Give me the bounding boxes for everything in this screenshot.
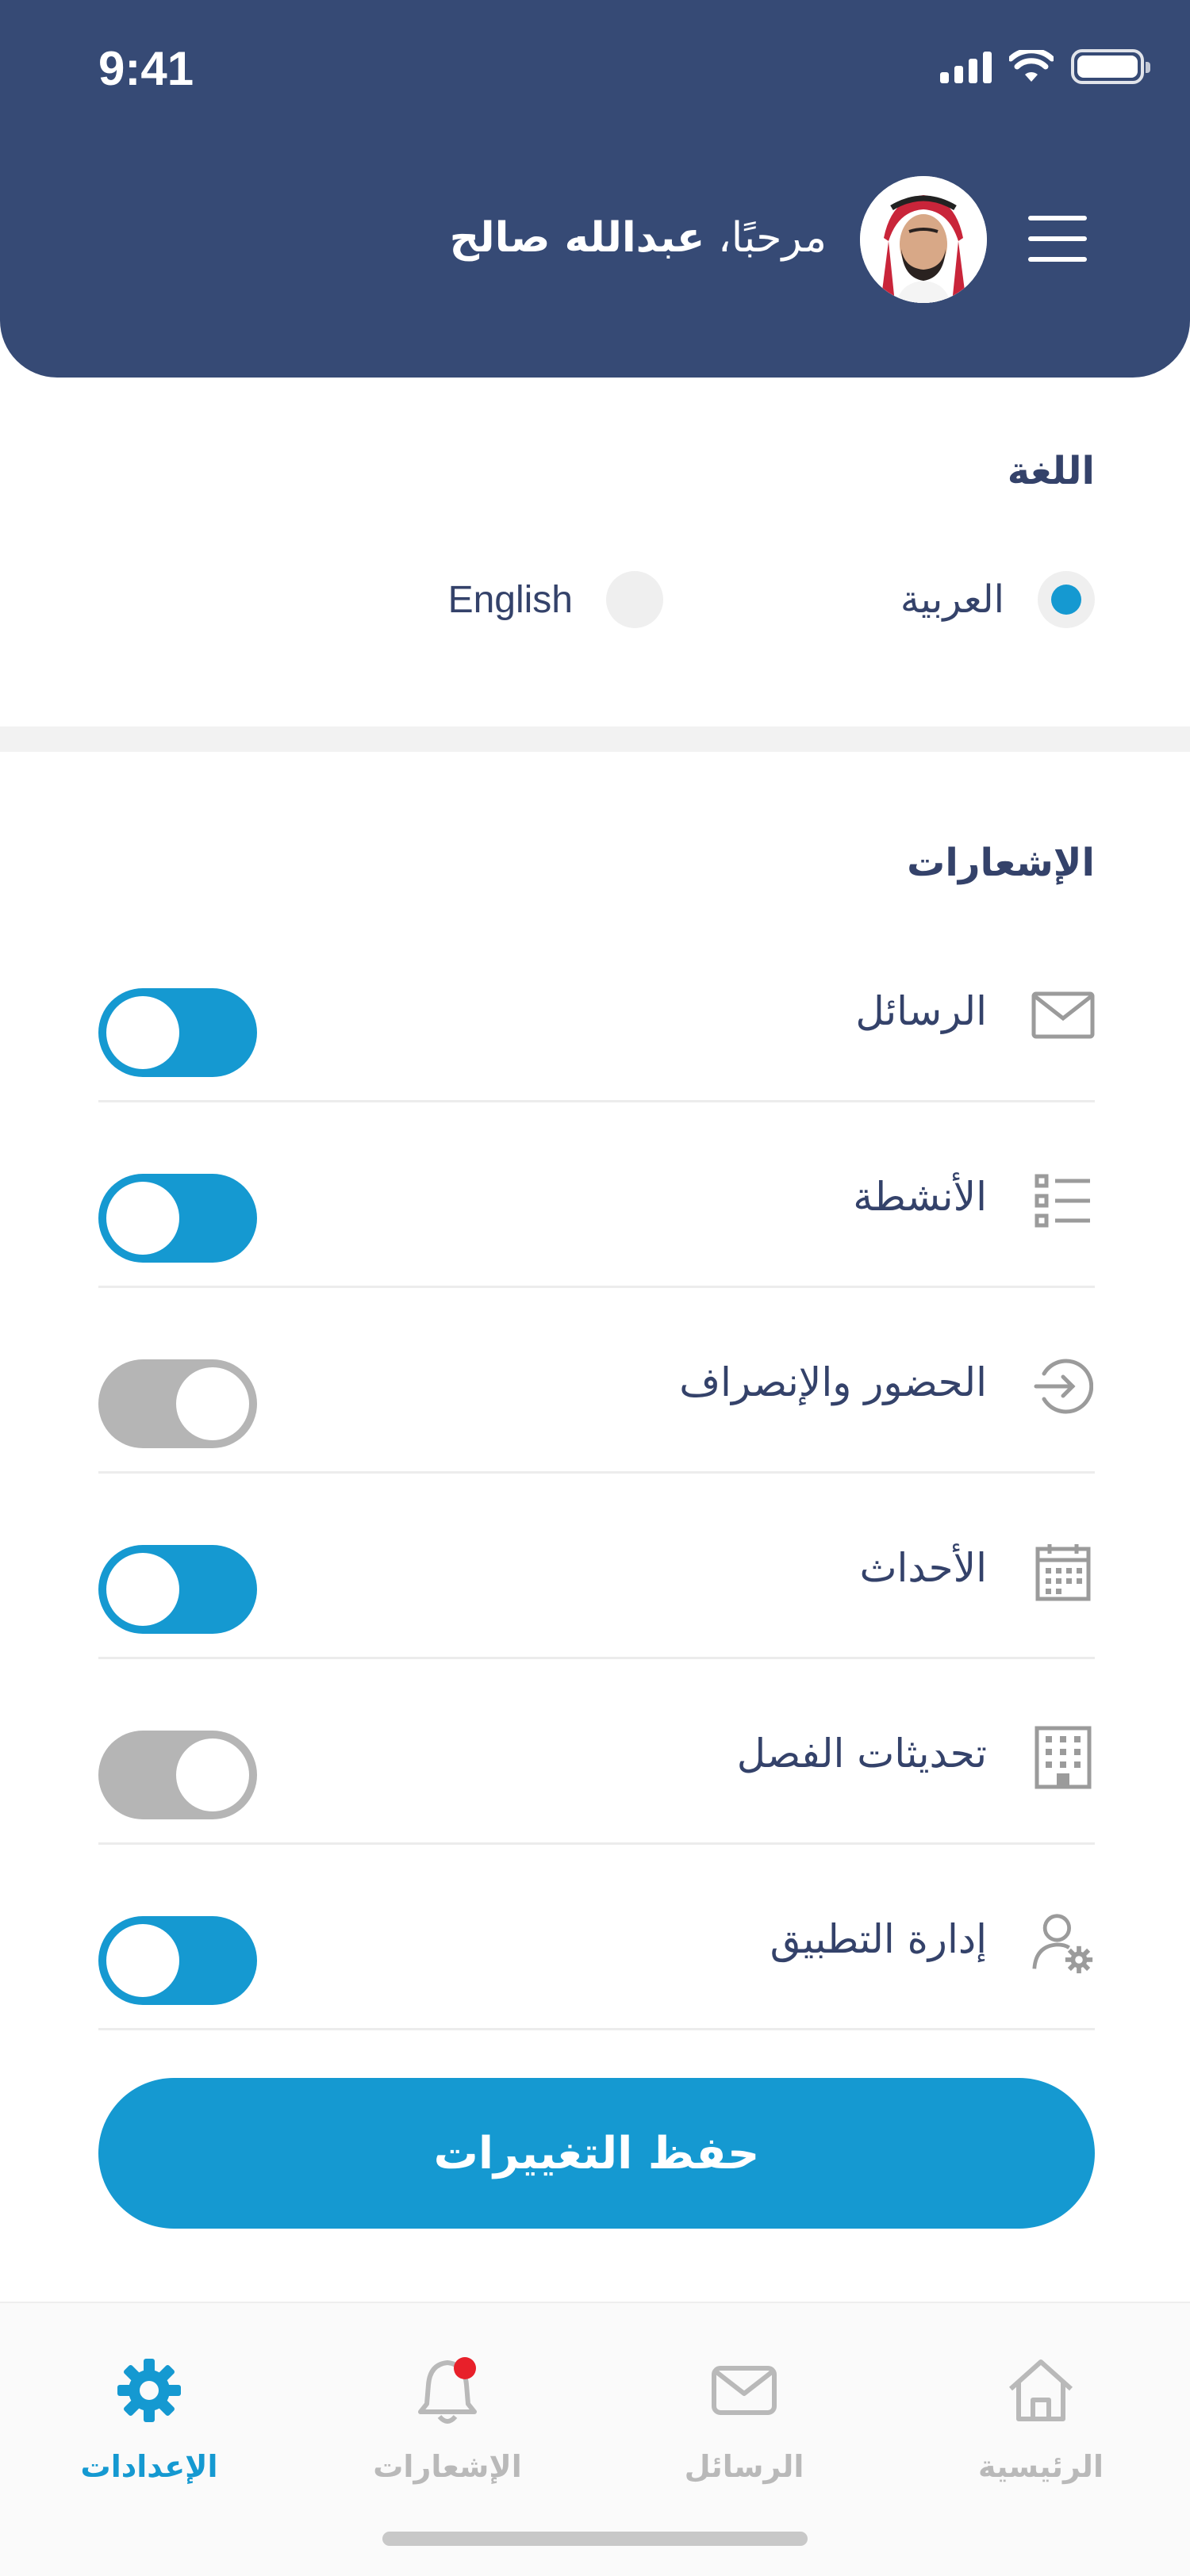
language-section-title: اللغة: [1007, 449, 1095, 493]
building-icon: [1031, 1726, 1095, 1789]
radio-arabic[interactable]: [1038, 571, 1095, 628]
calendar-icon: [1031, 1540, 1095, 1604]
bell-icon: [409, 2352, 486, 2428]
section-divider: [0, 726, 1190, 752]
user-settings-icon: [1031, 1911, 1095, 1975]
notification-row-app-management: إدارة التطبيق: [98, 1845, 1095, 2030]
notification-label: الأحداث: [859, 1545, 987, 1591]
greeting: مرحبًا، عبدالله صالح: [450, 214, 827, 262]
mail-icon: [706, 2352, 782, 2428]
gear-icon: [111, 2352, 187, 2428]
cellular-signal-icon: [940, 50, 992, 83]
nav-item-settings[interactable]: الإعدادات: [30, 2352, 268, 2484]
nav-label-messages: الرسائل: [684, 2449, 804, 2484]
greeting-prefix: مرحبًا،: [704, 214, 827, 262]
attendance-toggle[interactable]: [98, 1359, 257, 1448]
mail-icon: [1031, 983, 1095, 1047]
notification-badge: [454, 2357, 476, 2379]
language-label-english: English: [447, 578, 573, 621]
class-updates-toggle[interactable]: [98, 1731, 257, 1819]
avatar[interactable]: [860, 176, 987, 303]
notification-row-events: الأحداث: [98, 1474, 1095, 1659]
messages-toggle[interactable]: [98, 988, 257, 1077]
notification-label: إدارة التطبيق: [770, 1916, 987, 1962]
nav-label-home: الرئيسية: [978, 2449, 1104, 2484]
nav-item-messages[interactable]: الرسائل: [625, 2352, 863, 2484]
list-icon: [1031, 1169, 1095, 1232]
language-label-arabic: العربية: [900, 577, 1004, 622]
home-icon: [1003, 2352, 1079, 2428]
user-name: عبدالله صالح: [449, 214, 705, 262]
save-changes-button[interactable]: حفظ التغييرات: [98, 2078, 1095, 2229]
events-toggle[interactable]: [98, 1545, 257, 1634]
language-option-english[interactable]: English: [448, 571, 663, 628]
notification-label: الأنشطة: [853, 1174, 987, 1220]
home-indicator: [382, 2532, 808, 2546]
nav-label-settings: الإعدادات: [80, 2449, 218, 2484]
battery-icon: [1071, 49, 1150, 84]
notifications-section-title: الإشعارات: [907, 841, 1095, 885]
nav-label-notifications: الإشعارات: [373, 2449, 522, 2484]
notification-label: تحديثات الفصل: [736, 1731, 987, 1777]
notification-row-messages: الرسائل: [98, 917, 1095, 1102]
language-option-arabic[interactable]: العربية: [900, 571, 1095, 628]
app-management-toggle[interactable]: [98, 1916, 257, 2005]
menu-icon[interactable]: [1028, 216, 1087, 262]
sign-in-icon: [1031, 1355, 1095, 1418]
notification-label: الحضور والإنصراف: [679, 1359, 987, 1405]
wifi-icon: [1009, 50, 1054, 82]
status-icons: [940, 49, 1150, 84]
radio-english[interactable]: [606, 571, 663, 628]
header: 9:41 مرحبًا، عبدالله صالح: [0, 0, 1190, 378]
nav-item-notifications[interactable]: الإشعارات: [328, 2352, 566, 2484]
notification-label: الرسائل: [855, 988, 987, 1034]
notification-row-class-updates: تحديثات الفصل: [98, 1659, 1095, 1845]
notification-row-attendance: الحضور والإنصراف: [98, 1288, 1095, 1474]
activities-toggle[interactable]: [98, 1174, 257, 1263]
notification-row-activities: الأنشطة: [98, 1102, 1095, 1288]
status-time: 9:41: [98, 42, 194, 95]
nav-item-home[interactable]: الرئيسية: [922, 2352, 1160, 2484]
